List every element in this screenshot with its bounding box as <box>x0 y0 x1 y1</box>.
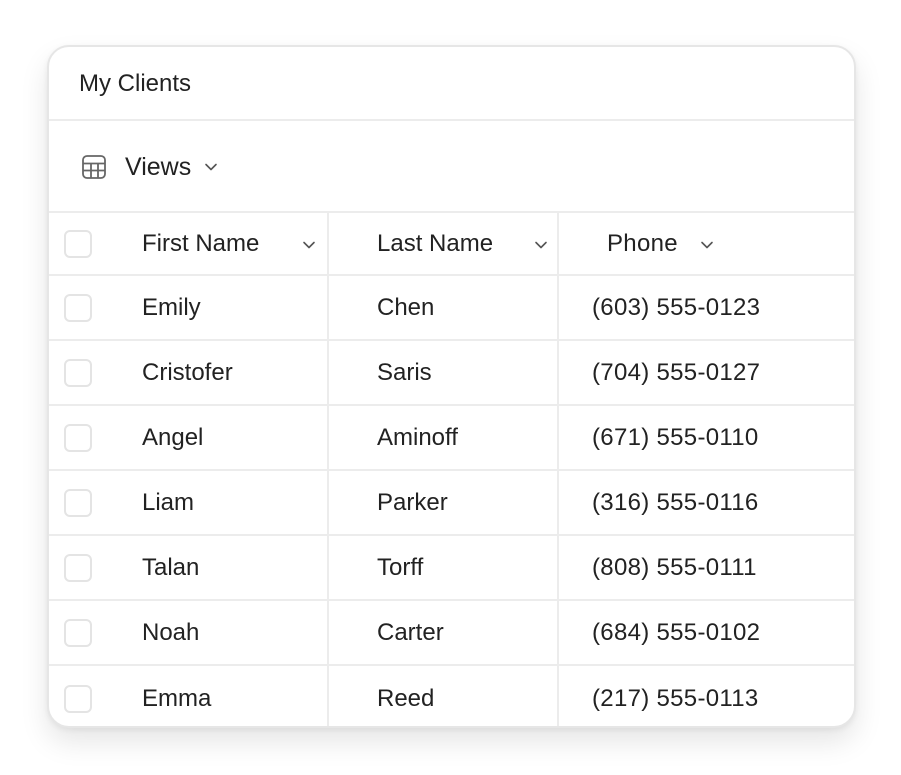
select-all-cell <box>49 213 129 274</box>
row-checkbox[interactable] <box>64 618 92 647</box>
last-name-cell[interactable]: Saris <box>329 341 559 404</box>
first-name-value: Angel <box>142 423 204 451</box>
row-select-cell <box>49 666 129 726</box>
last-name-value: Parker <box>377 488 448 516</box>
first-name-cell[interactable]: Noah <box>129 601 329 664</box>
phone-cell[interactable]: (808) 555-0111 <box>559 536 854 599</box>
last-name-value: Torff <box>377 553 424 581</box>
views-label: Views <box>125 152 192 181</box>
chevron-down-icon <box>701 241 713 249</box>
phone-value: (603) 555-0123 <box>592 293 761 321</box>
column-header-label: Phone <box>607 229 678 257</box>
table-row[interactable]: Emma Reed (217) 555-0113 <box>49 666 854 726</box>
phone-cell[interactable]: (217) 555-0113 <box>559 666 854 726</box>
first-name-value: Talan <box>142 553 200 581</box>
first-name-cell[interactable]: Talan <box>129 536 329 599</box>
last-name-cell[interactable]: Chen <box>329 276 559 339</box>
last-name-cell[interactable]: Reed <box>329 666 559 726</box>
row-select-cell <box>49 471 129 534</box>
table-row[interactable]: Talan Torff (808) 555-0111 <box>49 536 854 601</box>
select-all-checkbox[interactable] <box>64 229 92 258</box>
first-name-value: Liam <box>142 488 195 516</box>
phone-cell[interactable]: (316) 555-0116 <box>559 471 854 534</box>
row-select-cell <box>49 601 129 664</box>
phone-value: (704) 555-0127 <box>592 358 761 386</box>
table-icon <box>82 155 106 179</box>
row-select-cell <box>49 341 129 404</box>
first-name-cell[interactable]: Emma <box>129 666 329 726</box>
first-name-cell[interactable]: Emily <box>129 276 329 339</box>
table-row[interactable]: Angel Aminoff (671) 555-0110 <box>49 406 854 471</box>
phone-value: (684) 555-0102 <box>592 618 761 646</box>
last-name-cell[interactable]: Aminoff <box>329 406 559 469</box>
phone-cell[interactable]: (671) 555-0110 <box>559 406 854 469</box>
table-row[interactable]: Cristofer Saris (704) 555-0127 <box>49 341 854 406</box>
clients-table: First Name Last Name Phone Emily Chen (6… <box>49 213 854 726</box>
last-name-cell[interactable]: Parker <box>329 471 559 534</box>
row-select-cell <box>49 276 129 339</box>
phone-cell[interactable]: (684) 555-0102 <box>559 601 854 664</box>
last-name-value: Carter <box>377 618 444 646</box>
first-name-value: Emily <box>142 293 201 321</box>
column-header-label: Last Name <box>377 229 494 257</box>
column-header-phone[interactable]: Phone <box>559 213 854 274</box>
chevron-down-icon <box>205 163 218 171</box>
chevron-down-icon <box>303 241 315 249</box>
clients-card: My Clients Views First Name Last Name Ph… <box>47 45 856 728</box>
table-row[interactable]: Liam Parker (316) 555-0116 <box>49 471 854 536</box>
row-checkbox[interactable] <box>64 553 92 582</box>
first-name-value: Cristofer <box>142 358 233 386</box>
chevron-down-icon <box>535 241 547 249</box>
card-title: My Clients <box>79 70 192 97</box>
phone-value: (671) 555-0110 <box>592 423 759 451</box>
row-checkbox[interactable] <box>64 488 92 517</box>
first-name-cell[interactable]: Angel <box>129 406 329 469</box>
row-checkbox[interactable] <box>64 423 92 452</box>
row-select-cell <box>49 406 129 469</box>
row-checkbox[interactable] <box>64 684 92 713</box>
column-header-label: First Name <box>142 229 260 257</box>
phone-value: (808) 555-0111 <box>592 553 757 581</box>
column-header-last-name[interactable]: Last Name <box>329 213 559 274</box>
table-header-row: First Name Last Name Phone <box>49 213 854 276</box>
phone-value: (217) 555-0113 <box>592 684 759 712</box>
row-checkbox[interactable] <box>64 358 92 387</box>
phone-cell[interactable]: (704) 555-0127 <box>559 341 854 404</box>
first-name-value: Emma <box>142 684 212 712</box>
phone-cell[interactable]: (603) 555-0123 <box>559 276 854 339</box>
table-row[interactable]: Noah Carter (684) 555-0102 <box>49 601 854 666</box>
row-checkbox[interactable] <box>64 293 92 322</box>
first-name-cell[interactable]: Cristofer <box>129 341 329 404</box>
last-name-cell[interactable]: Carter <box>329 601 559 664</box>
last-name-value: Reed <box>377 684 435 712</box>
first-name-cell[interactable]: Liam <box>129 471 329 534</box>
first-name-value: Noah <box>142 618 200 646</box>
column-header-first-name[interactable]: First Name <box>129 213 329 274</box>
toolbar: Views <box>49 121 854 213</box>
last-name-value: Aminoff <box>377 423 458 451</box>
last-name-value: Chen <box>377 293 435 321</box>
views-dropdown-button[interactable]: Views <box>81 151 219 183</box>
last-name-value: Saris <box>377 358 432 386</box>
row-select-cell <box>49 536 129 599</box>
last-name-cell[interactable]: Torff <box>329 536 559 599</box>
phone-value: (316) 555-0116 <box>592 488 759 516</box>
card-header: My Clients <box>49 47 854 121</box>
table-row[interactable]: Emily Chen (603) 555-0123 <box>49 276 854 341</box>
